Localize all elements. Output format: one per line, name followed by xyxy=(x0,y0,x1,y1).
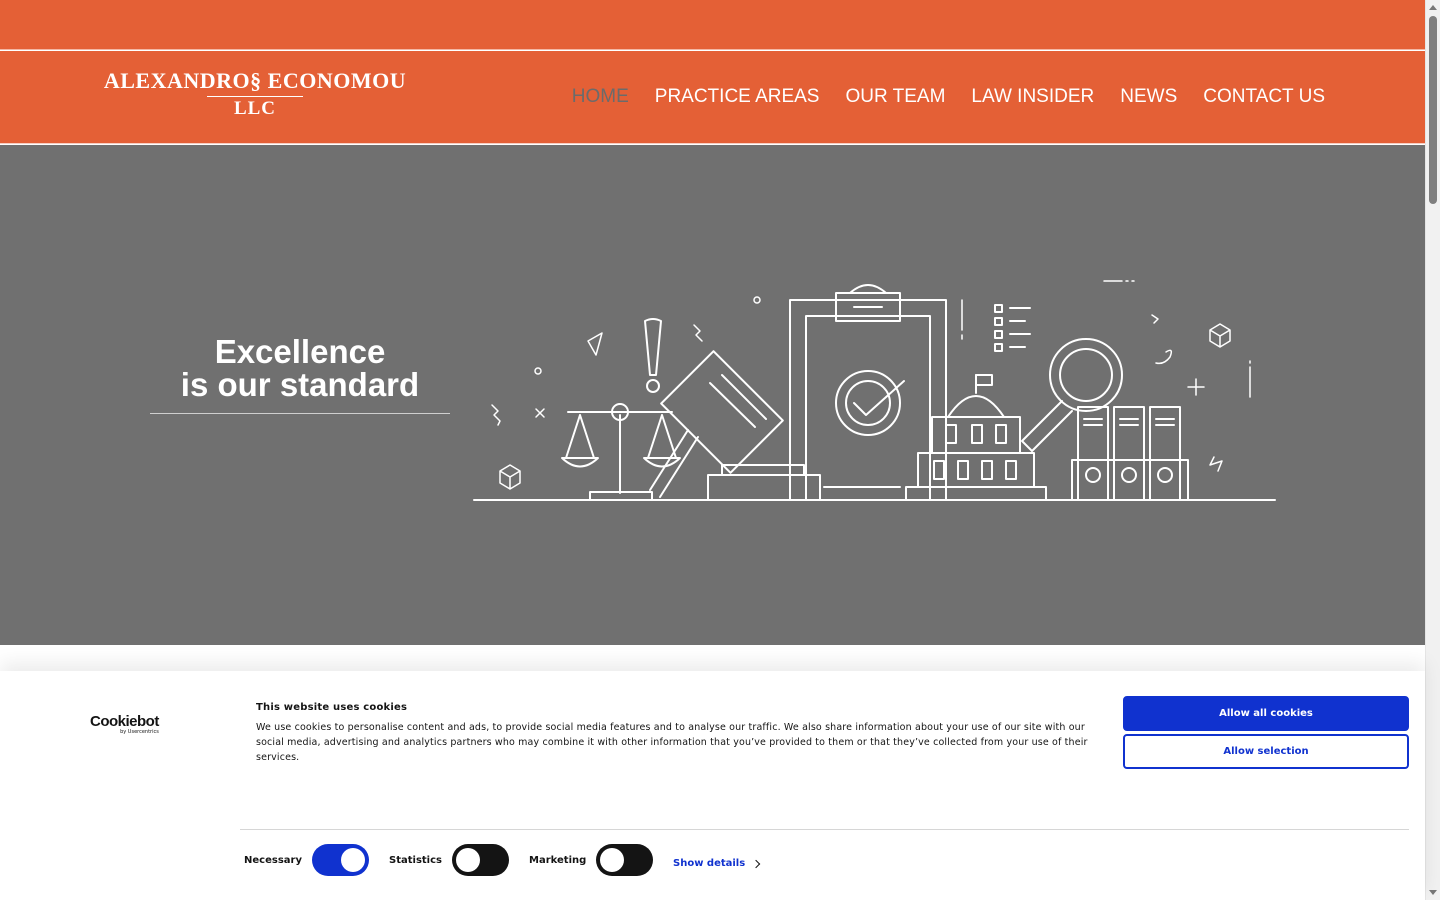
toggle-statistics[interactable] xyxy=(451,844,509,876)
hero-banner: Excellence is our standard xyxy=(0,145,1425,645)
legal-illustration xyxy=(473,280,1276,501)
cookie-consent-banner: Cookiebot by Usercentrics This website u… xyxy=(0,671,1425,900)
scroll-up-arrow-icon[interactable] xyxy=(1429,5,1437,10)
site-logo[interactable]: ALEXANDRO§ ECONOMOU LLC xyxy=(100,69,410,119)
toggle-statistics-label: Statistics xyxy=(389,854,442,866)
toggle-statistics-row: Statistics xyxy=(389,844,509,876)
main-nav: HOME PRACTICE AREAS OUR TEAM LAW INSIDER… xyxy=(572,86,1325,108)
cookie-description: We use cookies to personalise content an… xyxy=(256,722,1088,763)
decorative-shapes xyxy=(491,280,1251,490)
binders-icon xyxy=(1071,406,1189,501)
toggle-marketing-label: Marketing xyxy=(529,854,587,866)
toggle-necessary-label: Necessary xyxy=(244,854,302,866)
cookie-title: This website uses cookies xyxy=(256,702,408,713)
top-strip xyxy=(0,0,1425,50)
gavel-icon xyxy=(649,350,821,501)
toggle-necessary[interactable] xyxy=(311,844,369,876)
logo-line2: LLC xyxy=(233,98,277,119)
show-details-link[interactable]: Show details xyxy=(673,858,761,869)
toggle-necessary-row: Necessary xyxy=(244,844,369,876)
checklist-icon xyxy=(994,304,1031,352)
site-header: ALEXANDRO§ ECONOMOU LLC HOME PRACTICE AR… xyxy=(0,51,1425,144)
show-details-label: Show details xyxy=(673,858,746,869)
hero-title: Excellence is our standard xyxy=(150,335,450,401)
toggle-knob xyxy=(600,848,625,872)
scales-icon xyxy=(561,403,681,501)
nav-law-insider[interactable]: LAW INSIDER xyxy=(971,86,1094,108)
nav-news[interactable]: NEWS xyxy=(1120,86,1177,108)
scroll-down-arrow-icon[interactable] xyxy=(1429,890,1437,895)
toggle-marketing[interactable] xyxy=(596,844,654,876)
cookiebot-logo-text: Cookiebot xyxy=(90,713,159,730)
nav-our-team[interactable]: OUR TEAM xyxy=(845,86,945,108)
hero-title-line1: Excellence xyxy=(214,333,386,370)
allow-selection-button[interactable]: Allow selection xyxy=(1123,734,1409,769)
scroll-thumb[interactable] xyxy=(1429,16,1437,204)
nav-practice-areas[interactable]: PRACTICE AREAS xyxy=(655,86,820,108)
allow-all-cookies-button[interactable]: Allow all cookies xyxy=(1123,696,1409,731)
cookiebot-logo: Cookiebot by Usercentrics xyxy=(90,713,159,735)
chevron-right-icon xyxy=(751,859,761,868)
logo-line1: ALEXANDRO§ ECONOMOU xyxy=(103,68,407,93)
toggle-knob xyxy=(340,848,365,872)
toggle-knob xyxy=(455,848,480,872)
page-scrollbar[interactable] xyxy=(1425,0,1440,900)
clipboard-icon xyxy=(789,284,947,501)
toggle-marketing-row: Marketing xyxy=(529,844,654,876)
logo-divider xyxy=(207,96,303,97)
exclamation-icon xyxy=(644,318,662,393)
nav-contact-us[interactable]: CONTACT US xyxy=(1203,86,1325,108)
cookie-divider xyxy=(240,829,1409,830)
nav-home[interactable]: HOME xyxy=(572,86,629,108)
hero-title-line2: is our standard xyxy=(180,366,420,403)
hero-divider xyxy=(150,413,450,414)
